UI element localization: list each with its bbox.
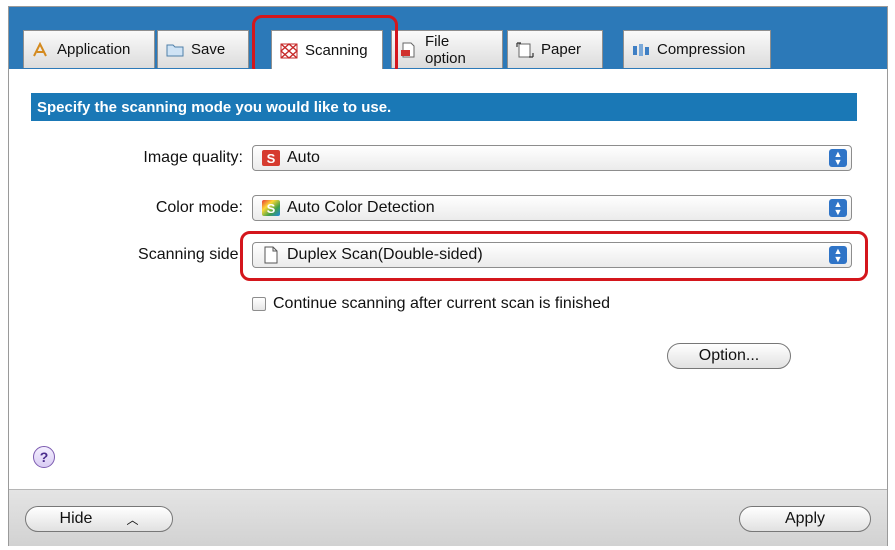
select-arrows-icon: ▲ ▼ xyxy=(829,199,847,217)
scanning-side-select[interactable]: Duplex Scan(Double-sided) ▲ ▼ xyxy=(252,242,852,268)
option-button[interactable]: Option... xyxy=(667,343,791,369)
continue-scanning-row[interactable]: Continue scanning after current scan is … xyxy=(252,295,610,313)
apply-button[interactable]: Apply xyxy=(739,506,871,532)
file-option-icon xyxy=(400,42,418,58)
tab-save-label: Save xyxy=(191,41,226,58)
tab-compression-label: Compression xyxy=(657,41,746,58)
hide-button[interactable]: Hide ︿ xyxy=(25,506,173,532)
instruction-banner: Specify the scanning mode you would like… xyxy=(31,93,857,121)
select-arrows-icon: ▲ ▼ xyxy=(829,246,847,264)
select-arrows-icon: ▲ ▼ xyxy=(829,149,847,167)
scanning-panel: Specify the scanning mode you would like… xyxy=(9,69,887,489)
tab-application-label: Application xyxy=(57,41,131,58)
tab-paper[interactable]: Paper xyxy=(507,30,603,68)
color-s-icon: S xyxy=(261,199,281,217)
color-mode-value: Auto Color Detection xyxy=(287,199,435,216)
image-quality-select[interactable]: S Auto ▲ ▼ xyxy=(252,145,852,171)
application-icon xyxy=(32,41,50,58)
image-quality-value: Auto xyxy=(287,149,320,166)
scanning-side-label: Scanning side: xyxy=(138,246,243,263)
folder-icon xyxy=(166,42,184,58)
scanning-icon xyxy=(279,42,299,59)
svg-text:S: S xyxy=(267,201,276,216)
page-icon xyxy=(261,246,281,264)
color-mode-label: Color mode: xyxy=(155,199,243,216)
help-icon[interactable]: ? xyxy=(33,446,55,468)
continue-scanning-checkbox[interactable] xyxy=(252,297,266,311)
tab-file-option-label: File option xyxy=(425,32,466,67)
quality-s-icon: S xyxy=(261,149,281,167)
svg-text:S: S xyxy=(267,151,276,166)
continue-scanning-label: Continue scanning after current scan is … xyxy=(273,295,611,312)
compression-icon xyxy=(632,42,650,58)
chevron-up-icon: ︿ xyxy=(126,512,139,527)
tab-scanning[interactable]: Scanning xyxy=(271,30,383,70)
tab-scanning-label: Scanning xyxy=(305,42,368,59)
image-quality-label: Image quality: xyxy=(143,149,243,166)
tab-file-option[interactable]: File option xyxy=(391,30,503,68)
tab-application[interactable]: Application xyxy=(23,30,155,68)
color-mode-select[interactable]: S Auto Color Detection ▲ ▼ xyxy=(252,195,852,221)
paper-icon xyxy=(516,41,534,58)
tab-compression[interactable]: Compression xyxy=(623,30,771,68)
footer-bar: Hide ︿ Apply xyxy=(9,489,887,546)
scan-settings-window: Application Save Scanning File option Pa… xyxy=(8,6,888,546)
tab-bar: Application Save Scanning File option Pa… xyxy=(9,7,887,77)
hide-button-label: Hide xyxy=(59,510,93,527)
tab-paper-label: Paper xyxy=(541,41,582,58)
scanning-side-value: Duplex Scan(Double-sided) xyxy=(287,246,483,263)
tab-save[interactable]: Save xyxy=(157,30,249,68)
